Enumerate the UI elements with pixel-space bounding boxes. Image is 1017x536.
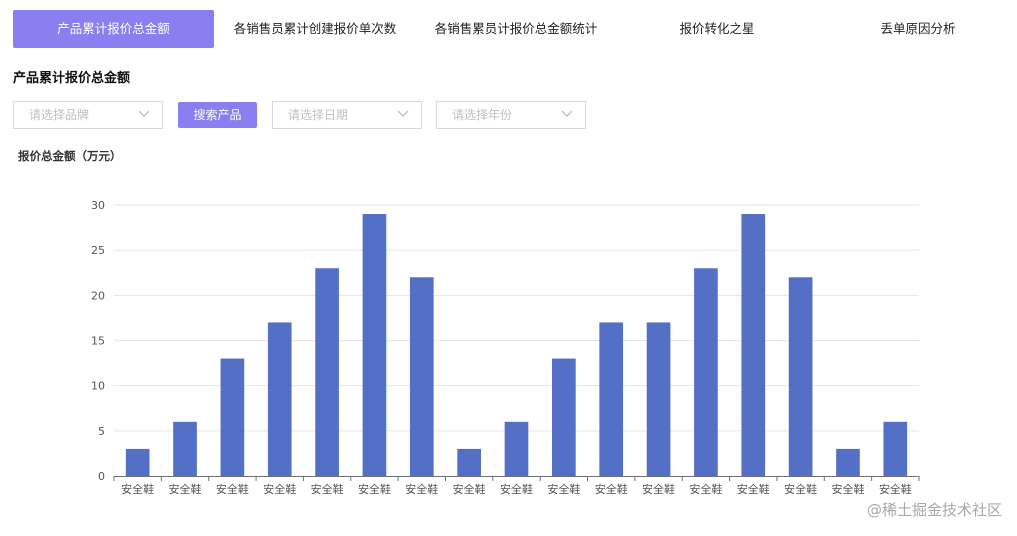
x-tick-label: 安全鞋 [216, 482, 249, 496]
y-tick-label: 15 [91, 335, 105, 348]
bar [646, 322, 671, 476]
bar [267, 322, 292, 476]
bar [457, 448, 481, 476]
bar [694, 268, 718, 476]
bar [788, 277, 813, 476]
x-tick-label: 安全鞋 [500, 482, 533, 496]
y-tick-label: 0 [98, 470, 105, 483]
watermark: @稀土掘金技术社区 [866, 501, 1002, 519]
y-tick-label: 5 [98, 425, 105, 438]
x-tick-label: 安全鞋 [784, 482, 817, 496]
x-tick-label: 安全鞋 [263, 482, 296, 496]
x-tick-label: 安全鞋 [547, 482, 580, 496]
x-tick-label: 安全鞋 [737, 482, 770, 496]
x-tick-label: 安全鞋 [405, 482, 438, 496]
x-tick-label: 安全鞋 [358, 482, 391, 496]
y-tick-label: 10 [91, 380, 105, 393]
x-tick-label: 安全鞋 [689, 482, 722, 496]
bar [504, 421, 529, 476]
bar-chart: 051015202530安全鞋 安全鞋 安全鞋 安全鞋 安全鞋 安全鞋 安全鞋 安全鞋 安全鞋安… [91, 199, 920, 496]
x-tick-label: 安全鞋 [453, 482, 486, 496]
x-tick-label: 安全鞋 [642, 482, 675, 496]
x-tick-label: 安全鞋 [121, 482, 154, 496]
bar [409, 277, 434, 476]
x-tick-label: 安全鞋 [169, 482, 202, 496]
bar [599, 322, 624, 476]
y-tick-label: 20 [91, 289, 105, 302]
x-tick-label: 安全鞋 [311, 482, 344, 496]
bar [315, 268, 339, 476]
bar [173, 421, 197, 476]
bar [741, 214, 766, 477]
x-tick-label: 安全鞋 [595, 482, 628, 496]
bar [836, 448, 860, 476]
x-tick-label: 安全鞋 [879, 482, 912, 496]
bar [552, 358, 576, 476]
y-tick-label: 25 [91, 244, 105, 257]
y-tick-label: 30 [91, 199, 105, 212]
bar [220, 358, 245, 476]
bar [125, 448, 150, 476]
bar [883, 421, 908, 476]
bar [362, 214, 387, 477]
x-tick-label: 安全鞋 [831, 482, 864, 496]
